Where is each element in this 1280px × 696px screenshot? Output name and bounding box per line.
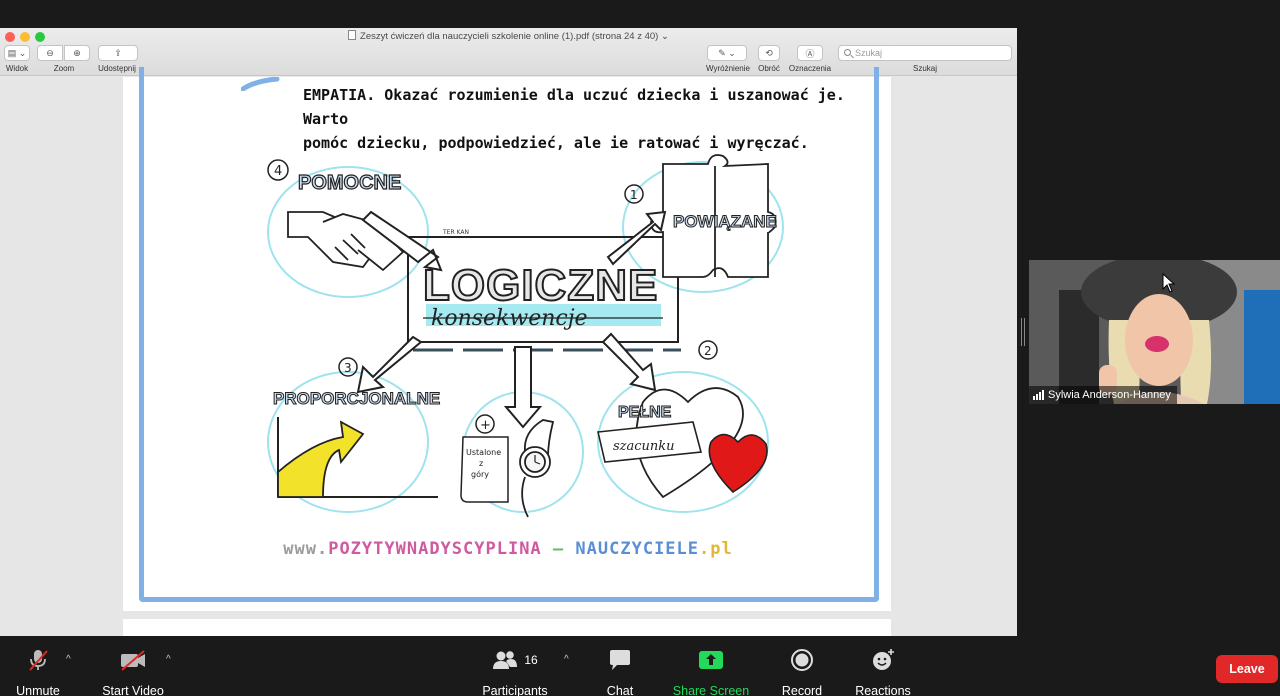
unmute-button[interactable]: Unmute bbox=[10, 648, 66, 696]
label-powiazane: POWIĄZANE bbox=[673, 212, 777, 231]
leave-meeting-button[interactable]: Leave bbox=[1216, 655, 1278, 683]
meeting-controls-bar: Unmute ^ Start Video ^ 16 Participants ^… bbox=[0, 636, 1280, 696]
reactions-button[interactable]: Reactions bbox=[852, 648, 914, 696]
scroll-text-2: z bbox=[479, 459, 483, 468]
scroll-text-3: góry bbox=[471, 469, 489, 479]
footer-url: www.POZYTYWNADYSCYPLINA – NAUCZYCIELE.pl bbox=[283, 539, 733, 559]
markup-button[interactable]: Ⓐ bbox=[797, 45, 823, 61]
pdf-page: EMPATIA. Okazać rozumienie dla uczuć dzi… bbox=[123, 67, 891, 611]
document-viewport[interactable]: EMPATIA. Okazać rozumienie dla uczuć dzi… bbox=[0, 67, 1017, 636]
scroll-text-1: Ustalone bbox=[466, 448, 501, 457]
zoom-in-button[interactable]: ⊕ bbox=[64, 45, 90, 61]
video-off-icon bbox=[98, 648, 168, 672]
audio-options-caret[interactable]: ^ bbox=[66, 654, 71, 665]
markup-icon: Ⓐ bbox=[805, 48, 815, 59]
start-video-button[interactable]: Start Video bbox=[98, 648, 168, 696]
mouse-cursor-icon bbox=[1162, 273, 1176, 293]
participants-button[interactable]: 16 Participants bbox=[480, 648, 550, 696]
muted-microphone-icon bbox=[10, 648, 66, 672]
participants-icon bbox=[493, 651, 518, 669]
center-title: LOGICZNE bbox=[423, 261, 658, 310]
participant-name-tag: Sylwia Anderson-Hanney bbox=[1029, 386, 1177, 404]
share-icon: ⇪ bbox=[114, 47, 122, 58]
share-screen-button[interactable]: Share Screen bbox=[672, 648, 750, 696]
rotate-icon: ⟲ bbox=[765, 47, 773, 58]
chat-button[interactable]: Chat bbox=[600, 648, 640, 696]
watch-icon bbox=[519, 419, 555, 518]
search-label: Szukaj bbox=[912, 64, 937, 73]
label-pelne: PEŁNE bbox=[618, 404, 672, 421]
number-2: 2 bbox=[704, 344, 712, 358]
chat-icon bbox=[600, 648, 640, 672]
view-label: Widok bbox=[5, 64, 29, 73]
participant-video[interactable]: Sylwia Anderson-Hanney bbox=[1029, 260, 1280, 404]
number-1: 1 bbox=[630, 188, 638, 202]
next-pdf-page bbox=[123, 619, 891, 636]
panel-resize-handle[interactable] bbox=[1021, 318, 1025, 346]
zoom-in-icon: ⊕ bbox=[73, 47, 81, 58]
participant-video-feed bbox=[1029, 260, 1280, 404]
banner-text: szacunku bbox=[613, 439, 675, 454]
label-proporcjonalne: PROPORCJONALNE bbox=[273, 389, 440, 408]
zoom-out-icon: ⊖ bbox=[46, 47, 54, 58]
blue-swoosh-decoration bbox=[241, 77, 280, 91]
search-icon bbox=[844, 49, 851, 56]
pdf-file-icon bbox=[348, 30, 357, 40]
growth-chart-icon bbox=[277, 417, 438, 498]
chevron-down-icon[interactable]: ⌄ bbox=[661, 31, 669, 42]
connection-strength-icon bbox=[1033, 390, 1044, 400]
highlight-button[interactable]: ✎ ⌄ bbox=[707, 45, 747, 61]
share-button[interactable]: ⇪ bbox=[98, 45, 138, 61]
document-title: Zeszyt ćwiczeń dla nauczycieli szkolenie… bbox=[0, 30, 1017, 42]
arrow-down-icon bbox=[503, 346, 543, 429]
number-4: 4 bbox=[274, 164, 282, 179]
record-button[interactable]: Record bbox=[778, 648, 826, 696]
participants-options-caret[interactable]: ^ bbox=[564, 654, 569, 665]
search-input[interactable]: Szukaj bbox=[838, 45, 1012, 61]
arrow-to-proportional-icon bbox=[356, 335, 423, 394]
label-pomocne: POMOCNE bbox=[298, 172, 401, 194]
record-icon bbox=[778, 648, 826, 672]
participants-count: 16 bbox=[524, 653, 538, 667]
share-label: Udostępnij bbox=[98, 64, 136, 73]
view-button[interactable]: ▤ ⌄ bbox=[4, 45, 30, 61]
rotate-button[interactable]: ⟲ bbox=[758, 45, 780, 61]
zoom-meeting-window: Zeszyt ćwiczeń dla nauczycieli szkolenie… bbox=[0, 0, 1280, 696]
zoom-label: Zoom bbox=[53, 64, 75, 73]
signature-text: TER KAN bbox=[442, 229, 469, 236]
pen-icon: ✎ ⌄ bbox=[718, 47, 736, 58]
zoom-out-button[interactable]: ⊖ bbox=[37, 45, 63, 61]
video-options-caret[interactable]: ^ bbox=[166, 654, 171, 665]
shared-screen: Zeszyt ćwiczeń dla nauczycieli szkolenie… bbox=[0, 28, 1017, 636]
reactions-emoji-icon bbox=[852, 648, 914, 672]
handshake-icon bbox=[287, 211, 405, 272]
share-screen-icon bbox=[672, 648, 750, 672]
sidebar-icon: ▤ ⌄ bbox=[7, 47, 27, 58]
document-text: EMPATIA. Okazać rozumienie dla uczuć dzi… bbox=[303, 86, 845, 152]
plus-sign: + bbox=[480, 418, 491, 433]
logical-consequences-illustration: TER KAN LOGICZNE konsekwencje 4 POMOCNE bbox=[267, 154, 784, 518]
red-heart-icon bbox=[708, 433, 768, 494]
number-3: 3 bbox=[344, 361, 352, 375]
